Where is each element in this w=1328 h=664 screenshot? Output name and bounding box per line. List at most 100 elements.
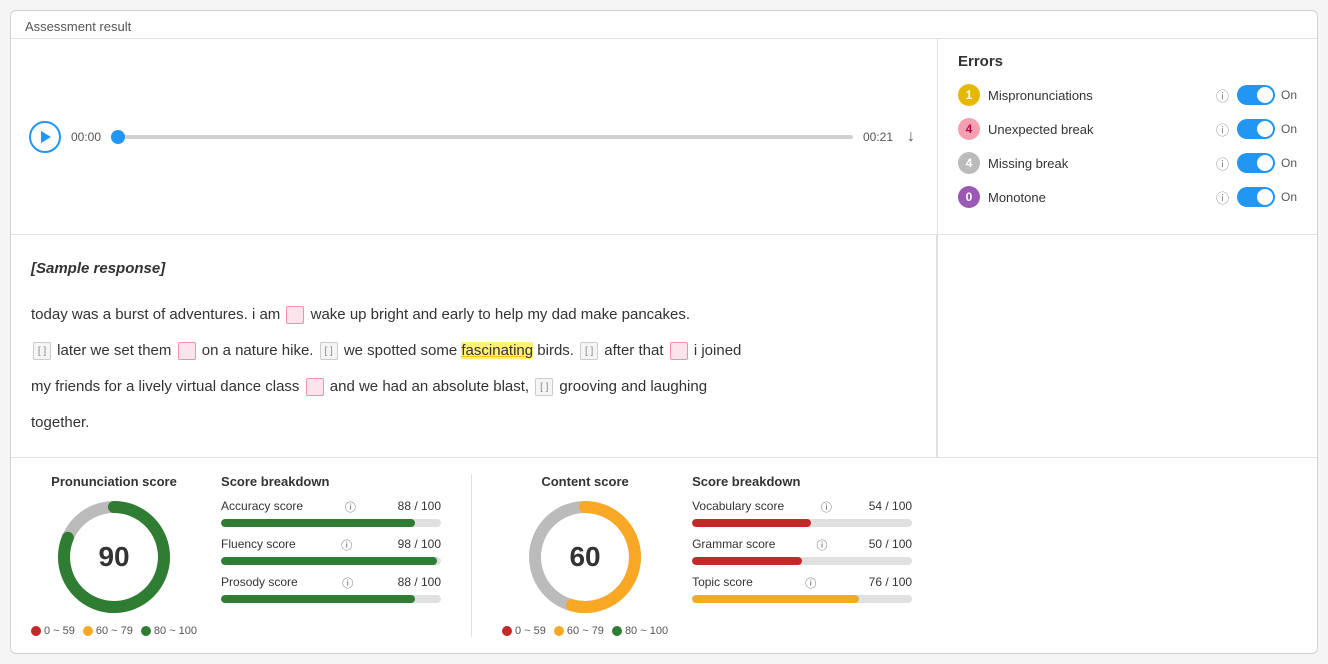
content-score-title: Content score bbox=[541, 474, 628, 489]
play-icon bbox=[40, 131, 52, 143]
unexpected-break-toggle[interactable]: On bbox=[1237, 119, 1297, 139]
content-circle-chart: 60 bbox=[525, 497, 645, 617]
content-legend: 0 ~ 59 60 ~ 79 80 ~ 100 bbox=[502, 625, 668, 637]
legend-item-0-59-cont: 0 ~ 59 bbox=[502, 625, 546, 637]
missing-break-toggle-switch[interactable] bbox=[1237, 153, 1275, 173]
accuracy-score-row: Accuracy score ⓘ 88 / 100 bbox=[221, 499, 441, 527]
legend-label-0-59-cont: 0 ~ 59 bbox=[515, 625, 546, 637]
scores-row: Pronunciation score 90 0 ~ 59 60 bbox=[11, 457, 1317, 653]
assessment-container: Assessment result 00:00 00:21 ↓ Errors 1… bbox=[10, 10, 1318, 654]
legend-label-60-79-pron: 60 ~ 79 bbox=[96, 625, 133, 637]
play-button[interactable] bbox=[29, 121, 61, 153]
monotone-info-icon[interactable]: ⓘ bbox=[1216, 188, 1229, 207]
legend-label-80-100-cont: 80 ~ 100 bbox=[625, 625, 668, 637]
monotone-badge: 0 bbox=[958, 186, 980, 208]
break-marker-3 bbox=[178, 342, 196, 360]
missing-break-info-icon[interactable]: ⓘ bbox=[1216, 154, 1229, 173]
missing-break-badge: 4 bbox=[958, 152, 980, 174]
topic-score-value: 76 / 100 bbox=[869, 575, 912, 591]
fluency-score-label: Fluency score bbox=[221, 537, 296, 553]
break-marker-2: [ ] bbox=[33, 342, 51, 360]
topic-score-row: Topic score ⓘ 76 / 100 bbox=[692, 575, 912, 603]
audio-panel: 00:00 00:21 ↓ bbox=[11, 39, 937, 234]
accuracy-score-value: 88 / 100 bbox=[398, 499, 441, 515]
legend-dot-green-pron bbox=[141, 626, 151, 636]
break-marker-1 bbox=[286, 306, 304, 324]
mispronunciations-label: Mispronunciations bbox=[988, 88, 1208, 103]
vocabulary-score-row: Vocabulary score ⓘ 54 / 100 bbox=[692, 499, 912, 527]
content-score-value: 60 bbox=[569, 541, 600, 573]
monotone-toggle-switch[interactable] bbox=[1237, 187, 1275, 207]
grammar-info-icon[interactable]: ⓘ bbox=[817, 537, 828, 553]
topic-score-bar bbox=[692, 595, 859, 603]
word-fascinating: fascinating bbox=[461, 342, 533, 359]
pronunciation-score-value: 90 bbox=[98, 541, 129, 573]
monotone-label: Monotone bbox=[988, 190, 1208, 205]
break-marker-5: [ ] bbox=[580, 342, 598, 360]
monotone-toggle[interactable]: On bbox=[1237, 187, 1297, 207]
prosody-score-row: Prosody score ⓘ 88 / 100 bbox=[221, 575, 441, 603]
prosody-score-bar bbox=[221, 595, 415, 603]
content-score-section: Content score 60 0 ~ 59 60 ~ 79 bbox=[502, 474, 912, 637]
fluency-info-icon[interactable]: ⓘ bbox=[341, 537, 352, 553]
transcript-area: [Sample response] today was a burst of a… bbox=[11, 235, 937, 457]
errors-title: Errors bbox=[958, 53, 1297, 70]
topic-score-label: Topic score bbox=[692, 575, 753, 591]
transcript-line-2: [ ] later we set them on a nature hike. … bbox=[31, 342, 741, 359]
legend-dot-yellow-pron bbox=[83, 626, 93, 636]
accuracy-info-icon[interactable]: ⓘ bbox=[345, 499, 356, 515]
time-end: 00:21 bbox=[863, 130, 893, 144]
download-button[interactable]: ↓ bbox=[903, 128, 919, 146]
pronunciation-circle-container: Pronunciation score 90 0 ~ 59 60 bbox=[31, 474, 197, 637]
pronunciation-circle-chart: 90 bbox=[54, 497, 174, 617]
mispronunciations-toggle[interactable]: On bbox=[1237, 85, 1297, 105]
content-circle-container: Content score 60 0 ~ 59 60 ~ 79 bbox=[502, 474, 668, 637]
mispronunciations-toggle-switch[interactable] bbox=[1237, 85, 1275, 105]
legend-label-0-59-pron: 0 ~ 59 bbox=[44, 625, 75, 637]
unexpected-break-info-icon[interactable]: ⓘ bbox=[1216, 120, 1229, 139]
grammar-score-label: Grammar score bbox=[692, 537, 775, 553]
unexpected-break-label: Unexpected break bbox=[988, 122, 1208, 137]
accuracy-score-bar bbox=[221, 519, 415, 527]
unexpected-break-toggle-label: On bbox=[1281, 122, 1297, 136]
content-row: [Sample response] today was a burst of a… bbox=[11, 235, 1317, 457]
grammar-score-bar bbox=[692, 557, 802, 565]
legend-dot-red-cont bbox=[502, 626, 512, 636]
pronunciation-score-title: Pronunciation score bbox=[51, 474, 177, 489]
pronunciation-breakdown-title: Score breakdown bbox=[221, 474, 441, 489]
mispronunciations-badge: 1 bbox=[958, 84, 980, 106]
break-marker-4: [ ] bbox=[320, 342, 338, 360]
mispronunciations-toggle-label: On bbox=[1281, 88, 1297, 102]
mispronunciations-info-icon[interactable]: ⓘ bbox=[1216, 86, 1229, 105]
vocabulary-score-value: 54 / 100 bbox=[869, 499, 912, 515]
audio-slider[interactable] bbox=[111, 135, 853, 139]
break-marker-7 bbox=[306, 378, 324, 396]
legend-item-80-100-cont: 80 ~ 100 bbox=[612, 625, 668, 637]
vocabulary-score-label: Vocabulary score bbox=[692, 499, 784, 515]
transcript-line-3: my friends for a lively virtual dance cl… bbox=[31, 378, 707, 395]
error-row-monotone: 0 Monotone ⓘ On bbox=[958, 186, 1297, 208]
time-start: 00:00 bbox=[71, 130, 101, 144]
missing-break-toggle[interactable]: On bbox=[1237, 153, 1297, 173]
grammar-score-value: 50 / 100 bbox=[869, 537, 912, 553]
fluency-score-bar bbox=[221, 557, 437, 565]
error-row-missing-break: 4 Missing break ⓘ On bbox=[958, 152, 1297, 174]
legend-label-60-79-cont: 60 ~ 79 bbox=[567, 625, 604, 637]
pronunciation-legend: 0 ~ 59 60 ~ 79 80 ~ 100 bbox=[31, 625, 197, 637]
missing-break-label: Missing break bbox=[988, 156, 1208, 171]
legend-item-60-79-pron: 60 ~ 79 bbox=[83, 625, 133, 637]
legend-item-60-79-cont: 60 ~ 79 bbox=[554, 625, 604, 637]
content-breakdown-title: Score breakdown bbox=[692, 474, 912, 489]
legend-item-80-100-pron: 80 ~ 100 bbox=[141, 625, 197, 637]
audio-slider-thumb bbox=[111, 130, 125, 144]
audio-row: 00:00 00:21 ↓ Errors 1 Mispronunciations… bbox=[11, 38, 1317, 235]
error-row-unexpected-break: 4 Unexpected break ⓘ On bbox=[958, 118, 1297, 140]
vocabulary-info-icon[interactable]: ⓘ bbox=[821, 499, 832, 515]
errors-right-spacer bbox=[937, 235, 1317, 457]
topic-info-icon[interactable]: ⓘ bbox=[805, 575, 816, 591]
legend-item-0-59-pron: 0 ~ 59 bbox=[31, 625, 75, 637]
fluency-score-row: Fluency score ⓘ 98 / 100 bbox=[221, 537, 441, 565]
break-marker-6 bbox=[670, 342, 688, 360]
unexpected-break-toggle-switch[interactable] bbox=[1237, 119, 1275, 139]
prosody-info-icon[interactable]: ⓘ bbox=[342, 575, 353, 591]
